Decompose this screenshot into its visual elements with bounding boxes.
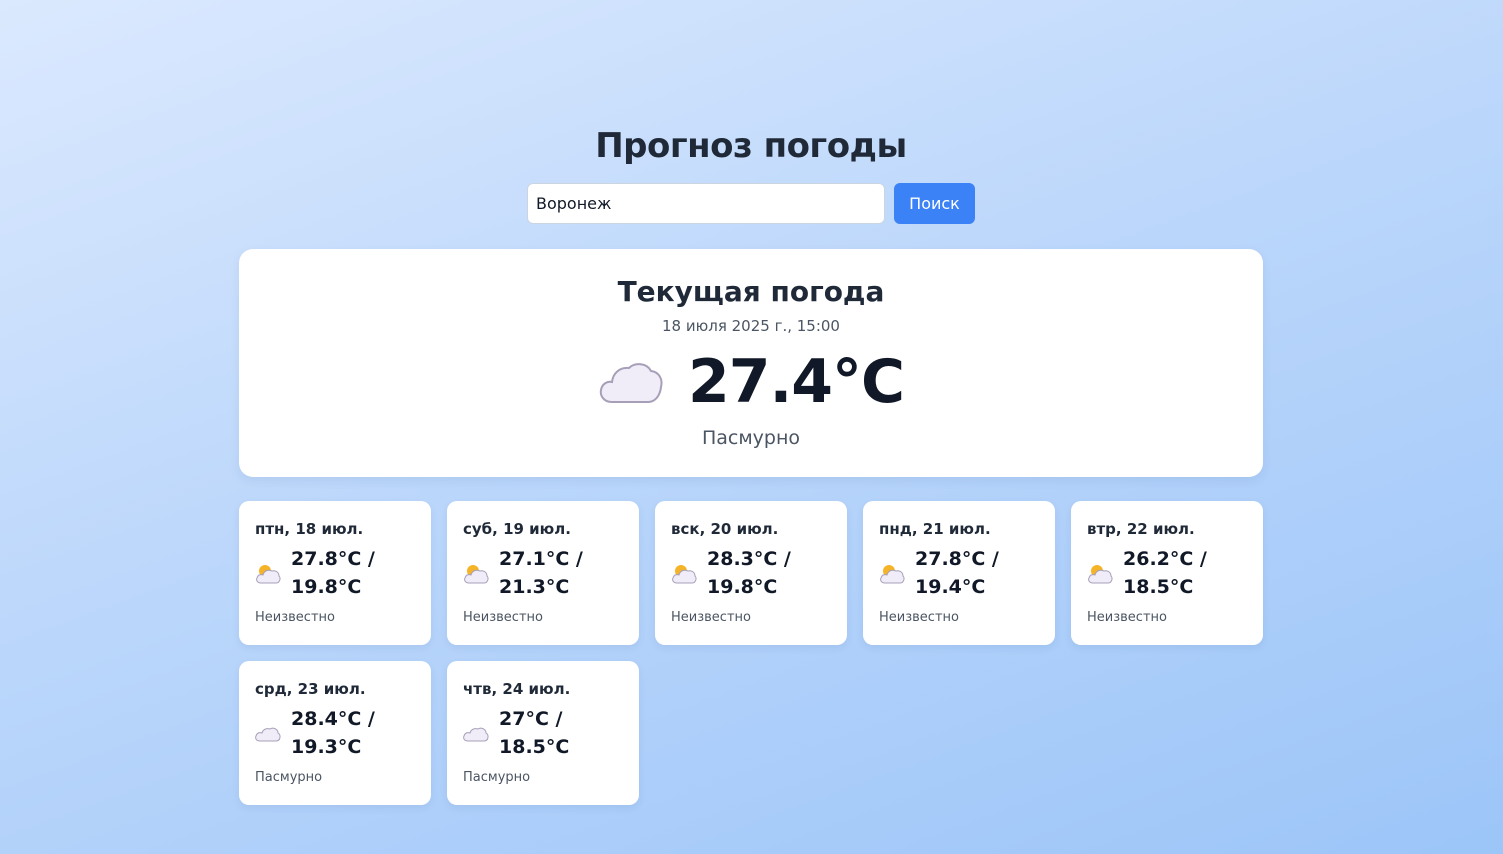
current-temperature: 27.4°C [687, 347, 905, 417]
forecast-description: Неизвестно [255, 610, 335, 625]
forecast-temp-min: 21.3°C [499, 576, 570, 598]
forecast-temp-min: 18.5°C [499, 736, 570, 758]
forecast-day-card: суб, 19 июл. 27.1°C / 21.3°C Неизвестно [447, 501, 639, 645]
partly-cloudy-icon [255, 563, 281, 585]
forecast-temp-min: 19.3°C [291, 736, 362, 758]
forecast-temperature: 28.3°C / 19.8°C [707, 545, 827, 601]
forecast-date: втр, 22 июл. [1087, 520, 1195, 538]
partly-cloudy-icon [671, 563, 697, 585]
forecast-date: птн, 18 июл. [255, 520, 364, 538]
partly-cloudy-icon [1087, 563, 1113, 585]
cloud-icon [255, 723, 281, 745]
forecast-date: чтв, 24 июл. [463, 680, 571, 698]
search-button[interactable]: Поиск [894, 183, 975, 224]
current-weather-description: Пасмурно [701, 427, 801, 449]
forecast-temp-min: 19.8°C [291, 576, 362, 598]
forecast-temperature: 27.8°C / 19.4°C [915, 545, 1035, 601]
forecast-temperature: 27.1°C / 21.3°C [499, 545, 619, 601]
forecast-temp-max: 28.4°C / [291, 708, 375, 730]
forecast-description: Неизвестно [879, 610, 959, 625]
current-weather-main: 27.4°C [239, 347, 1263, 417]
forecast-description: Неизвестно [1087, 610, 1167, 625]
forecast-temp-max: 28.3°C / [707, 548, 791, 570]
partly-cloudy-icon [879, 563, 905, 585]
current-weather-datetime: 18 июля 2025 г., 15:00 [662, 317, 840, 335]
forecast-temp-max: 27°C / [499, 708, 563, 730]
forecast-temperature: 26.2°C / 18.5°C [1123, 545, 1243, 601]
forecast-temp-max: 27.1°C / [499, 548, 583, 570]
forecast-date: вск, 20 июл. [671, 520, 779, 538]
forecast-temp-min: 19.4°C [915, 576, 986, 598]
forecast-day-card: вск, 20 июл. 28.3°C / 19.8°C Неизвестно [655, 501, 847, 645]
forecast-description: Неизвестно [671, 610, 751, 625]
search-bar: Поиск [527, 183, 975, 224]
forecast-temperature: 27.8°C / 19.8°C [291, 545, 411, 601]
current-weather-card: Текущая погода 18 июля 2025 г., 15:00 27… [239, 249, 1263, 477]
current-weather-title: Текущая погода [617, 275, 885, 308]
forecast-temp-min: 19.8°C [707, 576, 778, 598]
cloud-icon [463, 723, 489, 745]
forecast-date: пнд, 21 июл. [879, 520, 991, 538]
forecast-temperature: 28.4°C / 19.3°C [291, 705, 411, 761]
forecast-day-card: чтв, 24 июл. 27°C / 18.5°C Пасмурно [447, 661, 639, 805]
forecast-temperature: 27°C / 18.5°C [499, 705, 619, 761]
forecast-temp-max: 27.8°C / [291, 548, 375, 570]
partly-cloudy-icon [463, 563, 489, 585]
forecast-day-card: срд, 23 июл. 28.4°C / 19.3°C Пасмурно [239, 661, 431, 805]
forecast-temp-max: 26.2°C / [1123, 548, 1207, 570]
forecast-description: Пасмурно [463, 770, 531, 785]
forecast-day-card: втр, 22 июл. 26.2°C / 18.5°C Неизвестно [1071, 501, 1263, 645]
forecast-day-card: птн, 18 июл. 27.8°C / 19.8°C Неизвестно [239, 501, 431, 645]
forecast-date: суб, 19 июл. [463, 520, 571, 538]
forecast-grid: птн, 18 июл. 27.8°C /19.8°C Неизвестно суб,… [239, 501, 1263, 805]
city-search-input[interactable] [527, 183, 885, 224]
forecast-description: Пасмурно [255, 770, 323, 785]
forecast-temp-min: 18.5°C [1123, 576, 1194, 598]
page-title: Прогноз погоды [595, 126, 907, 166]
cloud-icon [599, 363, 663, 403]
forecast-date: срд, 23 июл. [255, 680, 366, 698]
forecast-description: Неизвестно [463, 610, 543, 625]
forecast-temp-max: 27.8°C / [915, 548, 999, 570]
forecast-day-card: пнд, 21 июл. 27.8°C / 19.4°C Неизвестно [863, 501, 1055, 645]
